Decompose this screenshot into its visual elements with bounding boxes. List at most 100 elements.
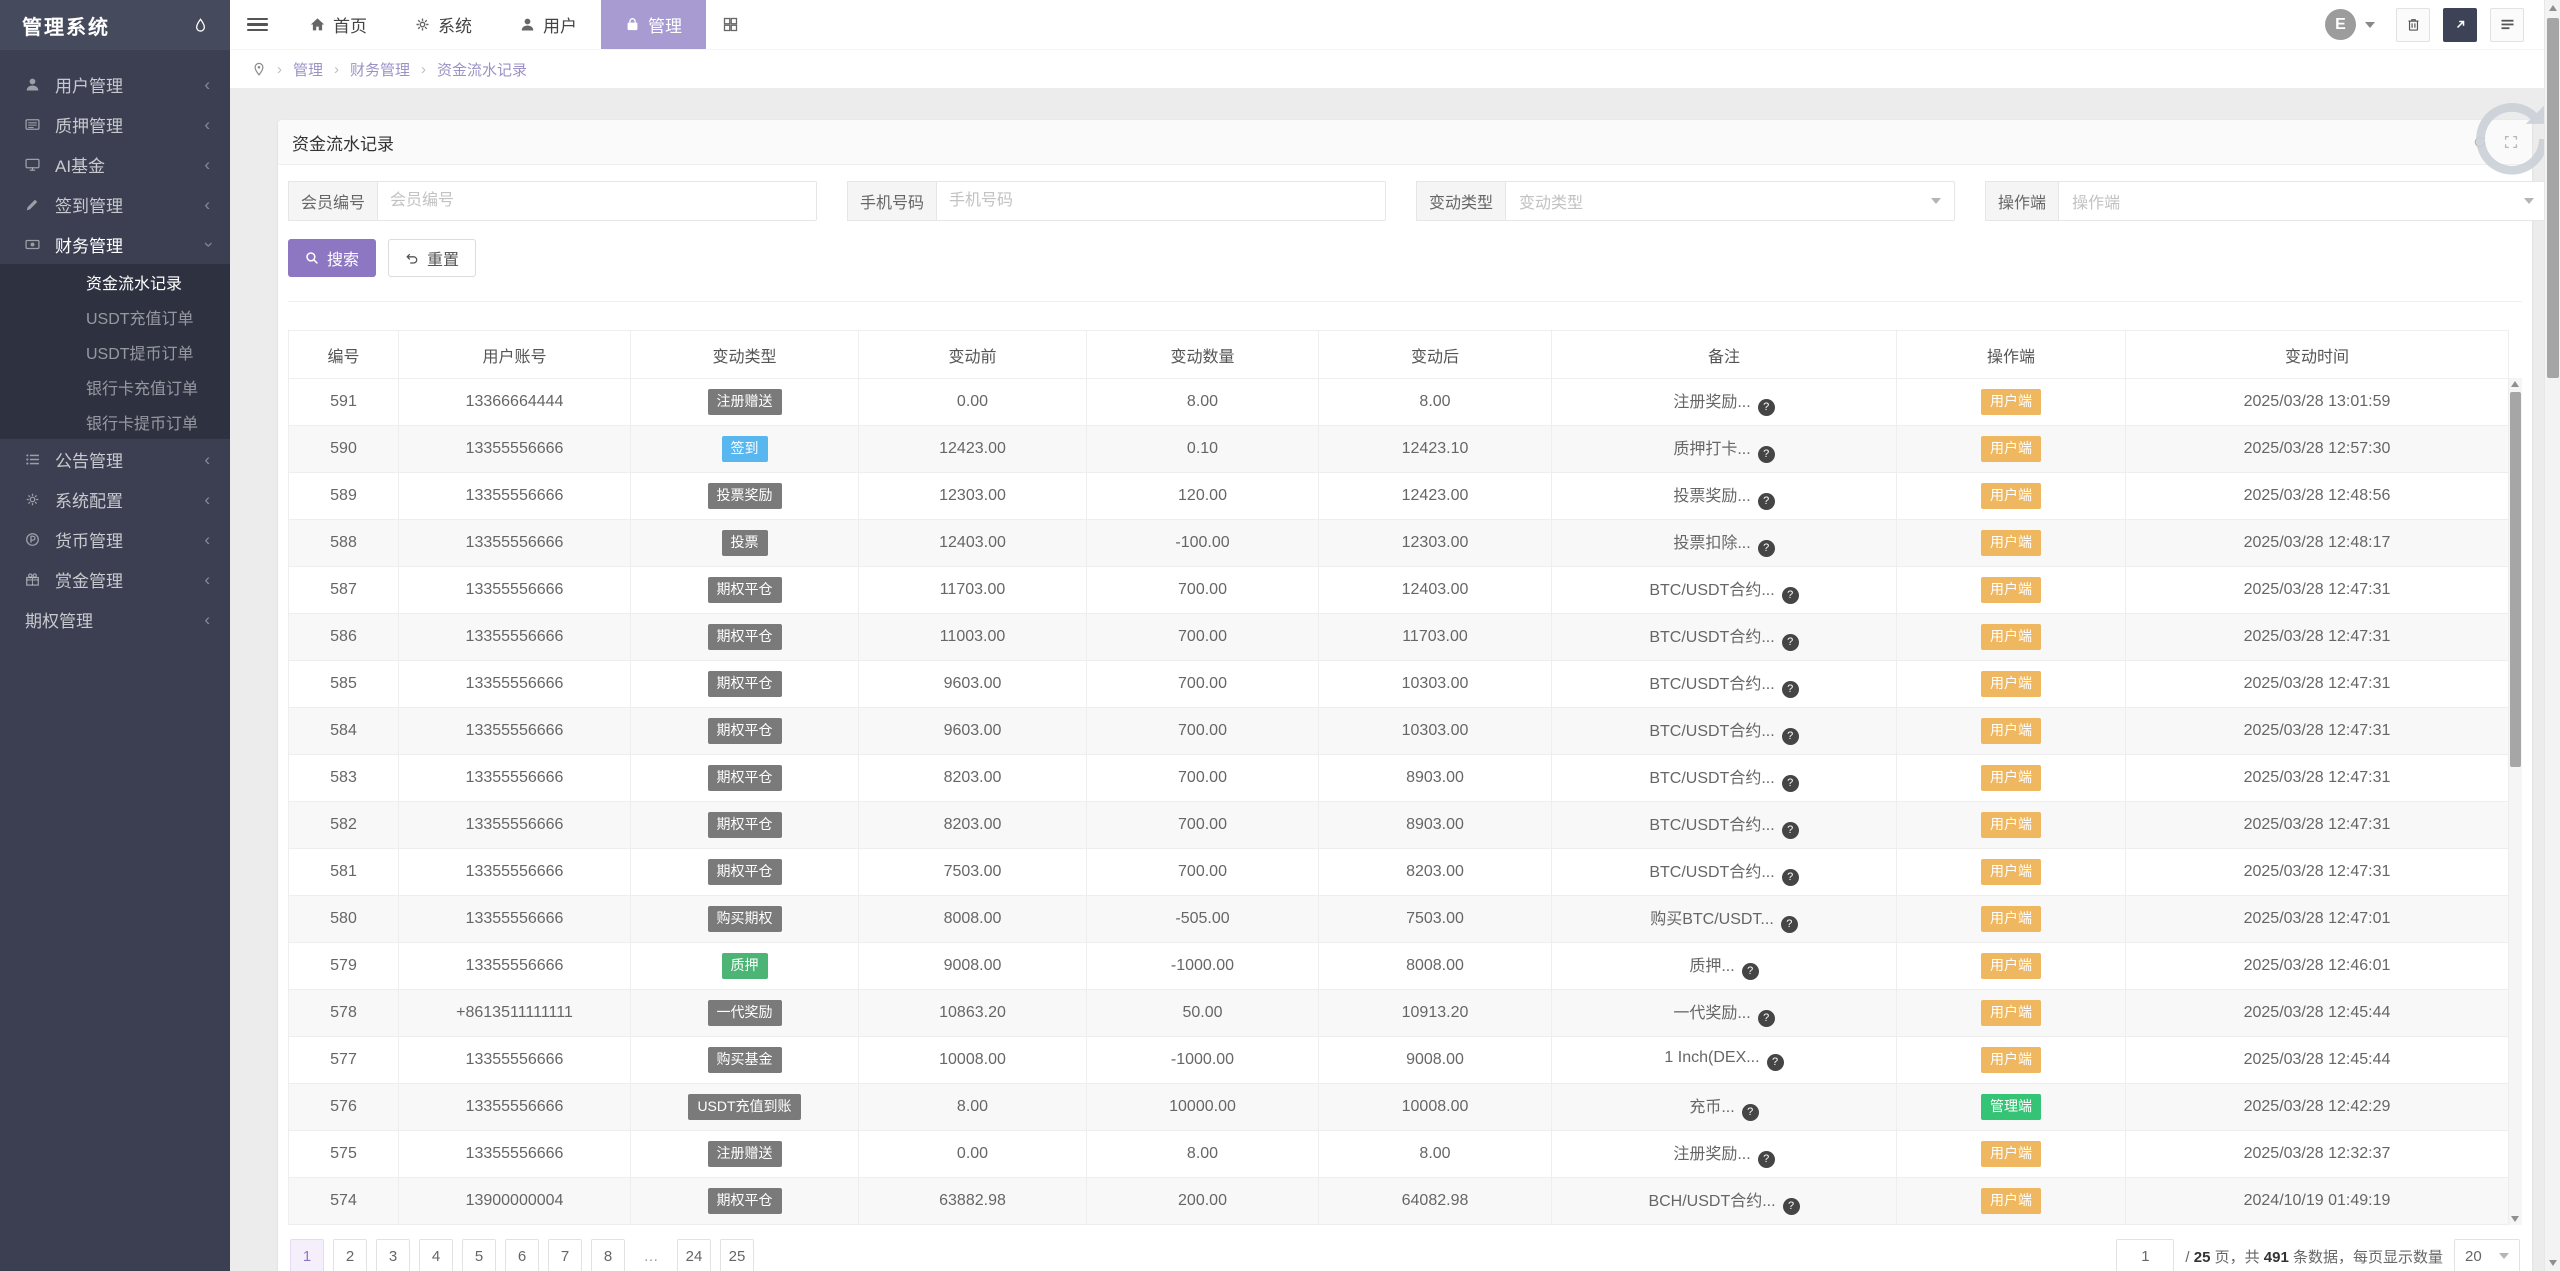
breadcrumb-item[interactable]: 资金流水记录 (410, 59, 527, 80)
page-button[interactable]: 4 (419, 1239, 453, 1271)
user-menu[interactable]: E (2325, 9, 2375, 40)
cell-after: 10303.00 (1319, 661, 1552, 708)
client-select[interactable]: 操作端 (2058, 181, 2548, 221)
question-icon[interactable]: ? (1758, 446, 1775, 463)
question-icon[interactable]: ? (1782, 822, 1799, 839)
navbar-tab[interactable]: 管理 (601, 0, 706, 49)
sidebar-item[interactable]: AI基金 (0, 144, 230, 184)
cell-client: 用户端 (1897, 661, 2126, 708)
search-button[interactable]: 搜索 (288, 239, 376, 277)
question-icon[interactable]: ? (1782, 587, 1799, 604)
sidebar-item-label: 资金流水记录 (86, 270, 230, 294)
trash-button[interactable] (2396, 8, 2430, 42)
chevron-icon (204, 611, 210, 628)
breadcrumb-item[interactable]: 财务管理 (323, 59, 410, 80)
question-icon[interactable]: ? (1783, 1198, 1800, 1215)
cell-before: 0.00 (859, 1131, 1087, 1178)
navbar-tab[interactable]: 首页 (286, 0, 391, 49)
page-scrollbar[interactable] (2544, 0, 2560, 1271)
records-card: 资金流水记录 会员编号 手机号码 变动类型 变 (278, 120, 2532, 1271)
sidebar-item[interactable]: 期权管理 (0, 599, 230, 639)
sidebar-item[interactable]: 财务管理 (0, 224, 230, 264)
page-sep: / 25 页，共 491 条数据，每页显示数量 (2185, 1246, 2443, 1267)
change-type-select[interactable]: 变动类型 (1505, 181, 1955, 221)
question-icon[interactable]: ? (1767, 1054, 1784, 1071)
sidebar-item[interactable]: 签到管理 (0, 184, 230, 224)
page-button[interactable]: 5 (462, 1239, 496, 1271)
cell-amount: -505.00 (1087, 896, 1319, 943)
cell-remark: BTC/USDT合约...? (1552, 802, 1897, 849)
cell-amount: 700.00 (1087, 849, 1319, 896)
remark-text: 注册奖励... (1673, 394, 1750, 411)
phone-input[interactable] (936, 181, 1386, 221)
page-button[interactable]: 3 (376, 1239, 410, 1271)
scroll-down-icon[interactable] (2511, 1216, 2519, 1222)
reset-button[interactable]: 重置 (388, 239, 476, 277)
question-icon[interactable]: ? (1758, 1151, 1775, 1168)
page-button[interactable]: 6 (505, 1239, 539, 1271)
cell-amount: 50.00 (1087, 990, 1319, 1037)
chevron-icon (204, 236, 210, 253)
page-button[interactable]: … (634, 1239, 668, 1271)
change-type-badge: 购买基金 (708, 1047, 782, 1073)
cell-change-type: 投票 (631, 520, 859, 567)
change-type-badge: 期权平仓 (708, 577, 782, 603)
sidebar-item[interactable]: 货币管理 (0, 519, 230, 559)
cell-remark: 投票奖励...? (1552, 473, 1897, 520)
question-icon[interactable]: ? (1781, 916, 1798, 933)
sidebar-item[interactable]: USDT充值订单 (0, 299, 230, 334)
question-icon[interactable]: ? (1758, 399, 1775, 416)
cell-after: 8008.00 (1319, 943, 1552, 990)
log-list-button[interactable] (2490, 8, 2524, 42)
page-jump-input[interactable] (2116, 1239, 2174, 1271)
sidebar-item[interactable]: 赏金管理 (0, 559, 230, 599)
sidebar-item[interactable]: 用户管理 (0, 64, 230, 104)
question-icon[interactable]: ? (1782, 681, 1799, 698)
hamburger-menu-icon[interactable] (247, 14, 268, 35)
cell-remark: 一代奖励...? (1552, 990, 1897, 1037)
member-id-input[interactable] (377, 181, 817, 221)
launch-button[interactable] (2443, 8, 2477, 42)
sidebar-item-label: 银行卡充值订单 (86, 375, 230, 399)
scroll-up-icon[interactable] (2549, 5, 2557, 11)
sidebar-item[interactable]: 系统配置 (0, 479, 230, 519)
navbar-tab[interactable]: 用户 (496, 0, 601, 49)
main-content: 资金流水记录 会员编号 手机号码 变动类型 变 (230, 88, 2560, 1271)
table-scrollbar-thumb[interactable] (2510, 392, 2521, 767)
navbar-tab[interactable]: 系统 (391, 0, 496, 49)
question-icon[interactable]: ? (1742, 963, 1759, 980)
scroll-up-icon[interactable] (2511, 381, 2519, 387)
apps-grid-icon[interactable] (706, 0, 755, 49)
sidebar-item[interactable]: 质押管理 (0, 104, 230, 144)
chevron-icon (204, 531, 210, 548)
table-scrollbar[interactable] (2509, 378, 2522, 1225)
sidebar-item[interactable]: 资金流水记录 (0, 264, 230, 299)
sidebar-item[interactable]: USDT提币订单 (0, 334, 230, 369)
sidebar-item[interactable]: 银行卡充值订单 (0, 369, 230, 404)
page-button[interactable]: 2 (333, 1239, 367, 1271)
avatar[interactable]: E (2325, 9, 2356, 40)
question-icon[interactable]: ? (1742, 1104, 1759, 1121)
sidebar-item[interactable]: 银行卡提币订单 (0, 404, 230, 439)
page-title: 资金流水记录 (292, 130, 394, 155)
page-button[interactable]: 24 (677, 1239, 711, 1271)
sidebar-item[interactable]: 公告管理 (0, 439, 230, 479)
question-icon[interactable]: ? (1782, 634, 1799, 651)
page-scrollbar-thumb[interactable] (2547, 18, 2559, 378)
scroll-down-icon[interactable] (2549, 1260, 2557, 1266)
page-size-select[interactable]: 20 (2454, 1239, 2520, 1271)
question-icon[interactable]: ? (1758, 493, 1775, 510)
breadcrumb-item[interactable]: 管理 (266, 59, 323, 80)
page-button[interactable]: 1 (290, 1239, 324, 1271)
question-icon[interactable]: ? (1782, 775, 1799, 792)
question-icon[interactable]: ? (1758, 1010, 1775, 1027)
question-icon[interactable]: ? (1782, 728, 1799, 745)
page-button[interactable]: 8 (591, 1239, 625, 1271)
question-icon[interactable]: ? (1782, 869, 1799, 886)
page-button[interactable]: 7 (548, 1239, 582, 1271)
question-icon[interactable]: ? (1758, 540, 1775, 557)
cell-time: 2025/03/28 12:32:37 (2126, 1131, 2509, 1178)
cell-amount: 700.00 (1087, 614, 1319, 661)
cell-client: 用户端 (1897, 473, 2126, 520)
page-button[interactable]: 25 (720, 1239, 754, 1271)
